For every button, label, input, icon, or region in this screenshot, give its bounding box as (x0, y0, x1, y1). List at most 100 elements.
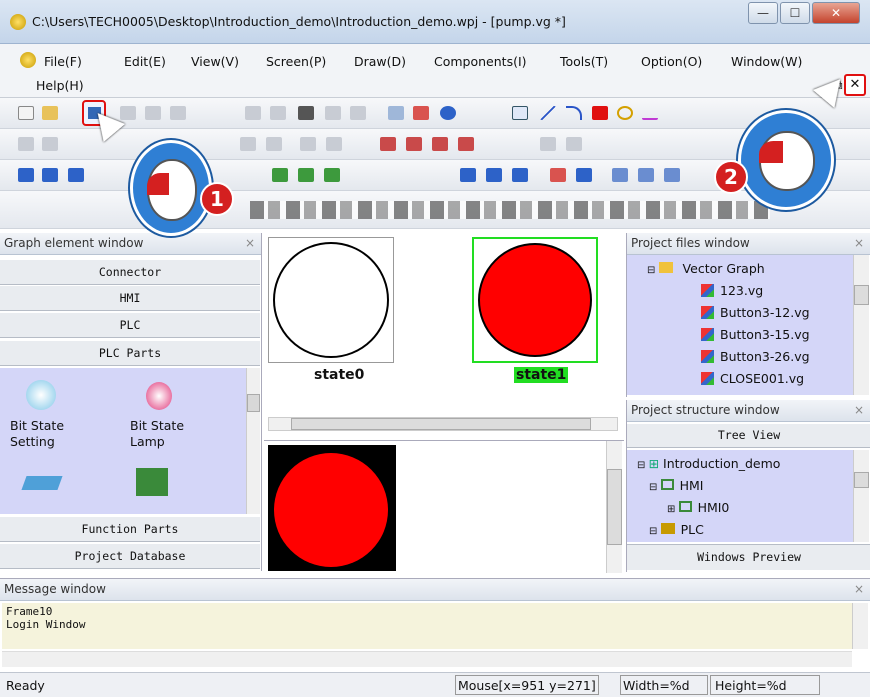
canvas-vscrollbar-thumb[interactable] (607, 469, 622, 545)
menu-screen[interactable]: Screen(P) (266, 54, 326, 69)
file-item[interactable]: CLOSE001.vg (701, 371, 804, 386)
canvas-hscrollbar-thumb[interactable] (291, 418, 591, 430)
file-item[interactable]: Button3-26.vg (701, 349, 810, 364)
project-files-scrollbar-thumb[interactable] (854, 285, 869, 305)
fill-pattern-strip[interactable] (250, 201, 770, 219)
connect3-icon[interactable] (512, 168, 528, 182)
canvas-hscrollbar[interactable] (268, 417, 618, 431)
slider-part-icon[interactable] (21, 476, 63, 490)
polyline-tool-icon[interactable] (642, 106, 658, 120)
print-icon[interactable] (325, 106, 341, 120)
bit-state-lamp-icon[interactable] (146, 382, 172, 410)
connect2-icon[interactable] (486, 168, 502, 182)
collapse-icon[interactable]: ⊟ (649, 526, 661, 537)
copy-icon[interactable] (145, 106, 161, 120)
align-right-icon[interactable] (42, 137, 58, 151)
space-horizontal-icon[interactable] (540, 137, 556, 151)
tab-windows-preview[interactable]: Windows Preview (627, 544, 870, 570)
tree-node-plc[interactable]: ⊟ PLC (649, 522, 704, 537)
preview-black-frame[interactable] (268, 445, 396, 571)
same-height-icon[interactable] (326, 137, 342, 151)
bit-state-setting-label[interactable]: Bit State Setting (10, 418, 70, 450)
canvas-vscrollbar[interactable] (606, 441, 622, 573)
close-panel-icon[interactable]: × (854, 233, 864, 254)
parts-scrollbar[interactable] (246, 368, 260, 514)
file-item[interactable]: Button3-12.vg (701, 305, 810, 320)
screen-green-icon[interactable] (272, 168, 288, 182)
compile-icon[interactable] (576, 168, 592, 182)
category-project-database[interactable]: Project Database (0, 544, 260, 569)
back-icon[interactable] (458, 137, 474, 151)
align-left-icon[interactable] (18, 137, 34, 151)
drawing-canvas-top[interactable]: state0 state1 (264, 233, 624, 433)
layers-icon[interactable] (413, 106, 429, 120)
category-plc-parts[interactable]: PLC Parts (0, 341, 260, 366)
structure-scrollbar-thumb[interactable] (854, 472, 869, 488)
tree-node-hmi[interactable]: ⊟ HMI (649, 478, 703, 493)
preview-red-circle[interactable] (274, 453, 388, 567)
group-icon[interactable] (380, 137, 396, 151)
tree-folder-vector-graph[interactable]: ⊟ Vector Graph (647, 261, 765, 276)
line-tool-icon[interactable] (540, 106, 556, 120)
redo-icon[interactable] (270, 106, 286, 120)
message-vscrollbar[interactable] (852, 603, 868, 649)
category-function-parts[interactable]: Function Parts (0, 517, 260, 542)
state0-frame[interactable] (268, 237, 394, 363)
close-panel-icon[interactable]: × (854, 579, 864, 600)
parts-scrollbar-thumb[interactable] (247, 394, 260, 412)
select-arrow-icon[interactable] (512, 106, 528, 120)
find-icon[interactable] (298, 106, 314, 120)
cut-icon[interactable] (120, 106, 136, 120)
same-width-icon[interactable] (300, 137, 316, 151)
category-hmi[interactable]: HMI (0, 286, 260, 311)
rectangle-tool-icon[interactable] (592, 106, 608, 120)
align-top-icon[interactable] (240, 137, 256, 151)
window-preview-icon[interactable] (612, 168, 628, 182)
maximize-button[interactable]: ☐ (780, 2, 810, 24)
menu-tools[interactable]: Tools(T) (560, 54, 608, 69)
close-panel-icon[interactable]: × (854, 400, 864, 421)
frame-icon[interactable] (324, 168, 340, 182)
collapse-icon[interactable]: ⊟ (649, 482, 661, 493)
menu-window[interactable]: Window(W) (731, 54, 802, 69)
minimize-button[interactable]: — (748, 2, 778, 24)
tree-node-hmi0[interactable]: ⊞ HMI0 (667, 500, 729, 515)
file-item[interactable]: Button3-15.vg (701, 327, 810, 342)
state0-circle[interactable] (273, 242, 389, 358)
paste-icon[interactable] (170, 106, 186, 120)
collapse-icon[interactable]: ⊟ (647, 265, 659, 276)
download-icon[interactable] (550, 168, 566, 182)
structure-scrollbar[interactable] (853, 450, 869, 542)
menu-option[interactable]: Option(O) (641, 54, 702, 69)
message-hscrollbar[interactable] (2, 651, 852, 667)
bit-state-setting-icon[interactable] (26, 380, 56, 410)
ungroup-icon[interactable] (406, 137, 422, 151)
close-panel-icon[interactable]: × (245, 233, 255, 254)
tab-tree-view[interactable]: Tree View (627, 424, 870, 448)
menu-components[interactable]: Components(I) (434, 54, 527, 69)
undo-icon[interactable] (245, 106, 261, 120)
menu-view[interactable]: View(V) (191, 54, 239, 69)
drawing-canvas-bottom[interactable] (264, 440, 624, 573)
help-icon[interactable] (440, 106, 456, 120)
component-icon[interactable] (18, 168, 34, 182)
tree-node-project[interactable]: ⊟ ⊞ Introduction_demo (637, 456, 780, 471)
open-folder-icon[interactable] (42, 106, 58, 120)
expand-icon[interactable]: ⊞ (667, 504, 679, 515)
screen-icon[interactable] (388, 106, 404, 120)
front-icon[interactable] (432, 137, 448, 151)
project-files-scrollbar[interactable] (853, 255, 869, 395)
state1-circle[interactable] (478, 243, 592, 357)
close-window-button[interactable]: ✕ (812, 2, 860, 24)
space-vertical-icon[interactable] (566, 137, 582, 151)
category-plc[interactable]: PLC (0, 313, 260, 338)
window-preview3-icon[interactable] (664, 168, 680, 182)
menu-edit[interactable]: Edit(E) (124, 54, 166, 69)
image-icon[interactable] (298, 168, 314, 182)
grid-icon[interactable] (42, 168, 58, 182)
ellipse-tool-icon[interactable] (617, 106, 633, 120)
window-preview2-icon[interactable] (638, 168, 654, 182)
align-bottom-icon[interactable] (266, 137, 282, 151)
table-icon[interactable] (68, 168, 84, 182)
arc-tool-icon[interactable] (566, 106, 582, 120)
